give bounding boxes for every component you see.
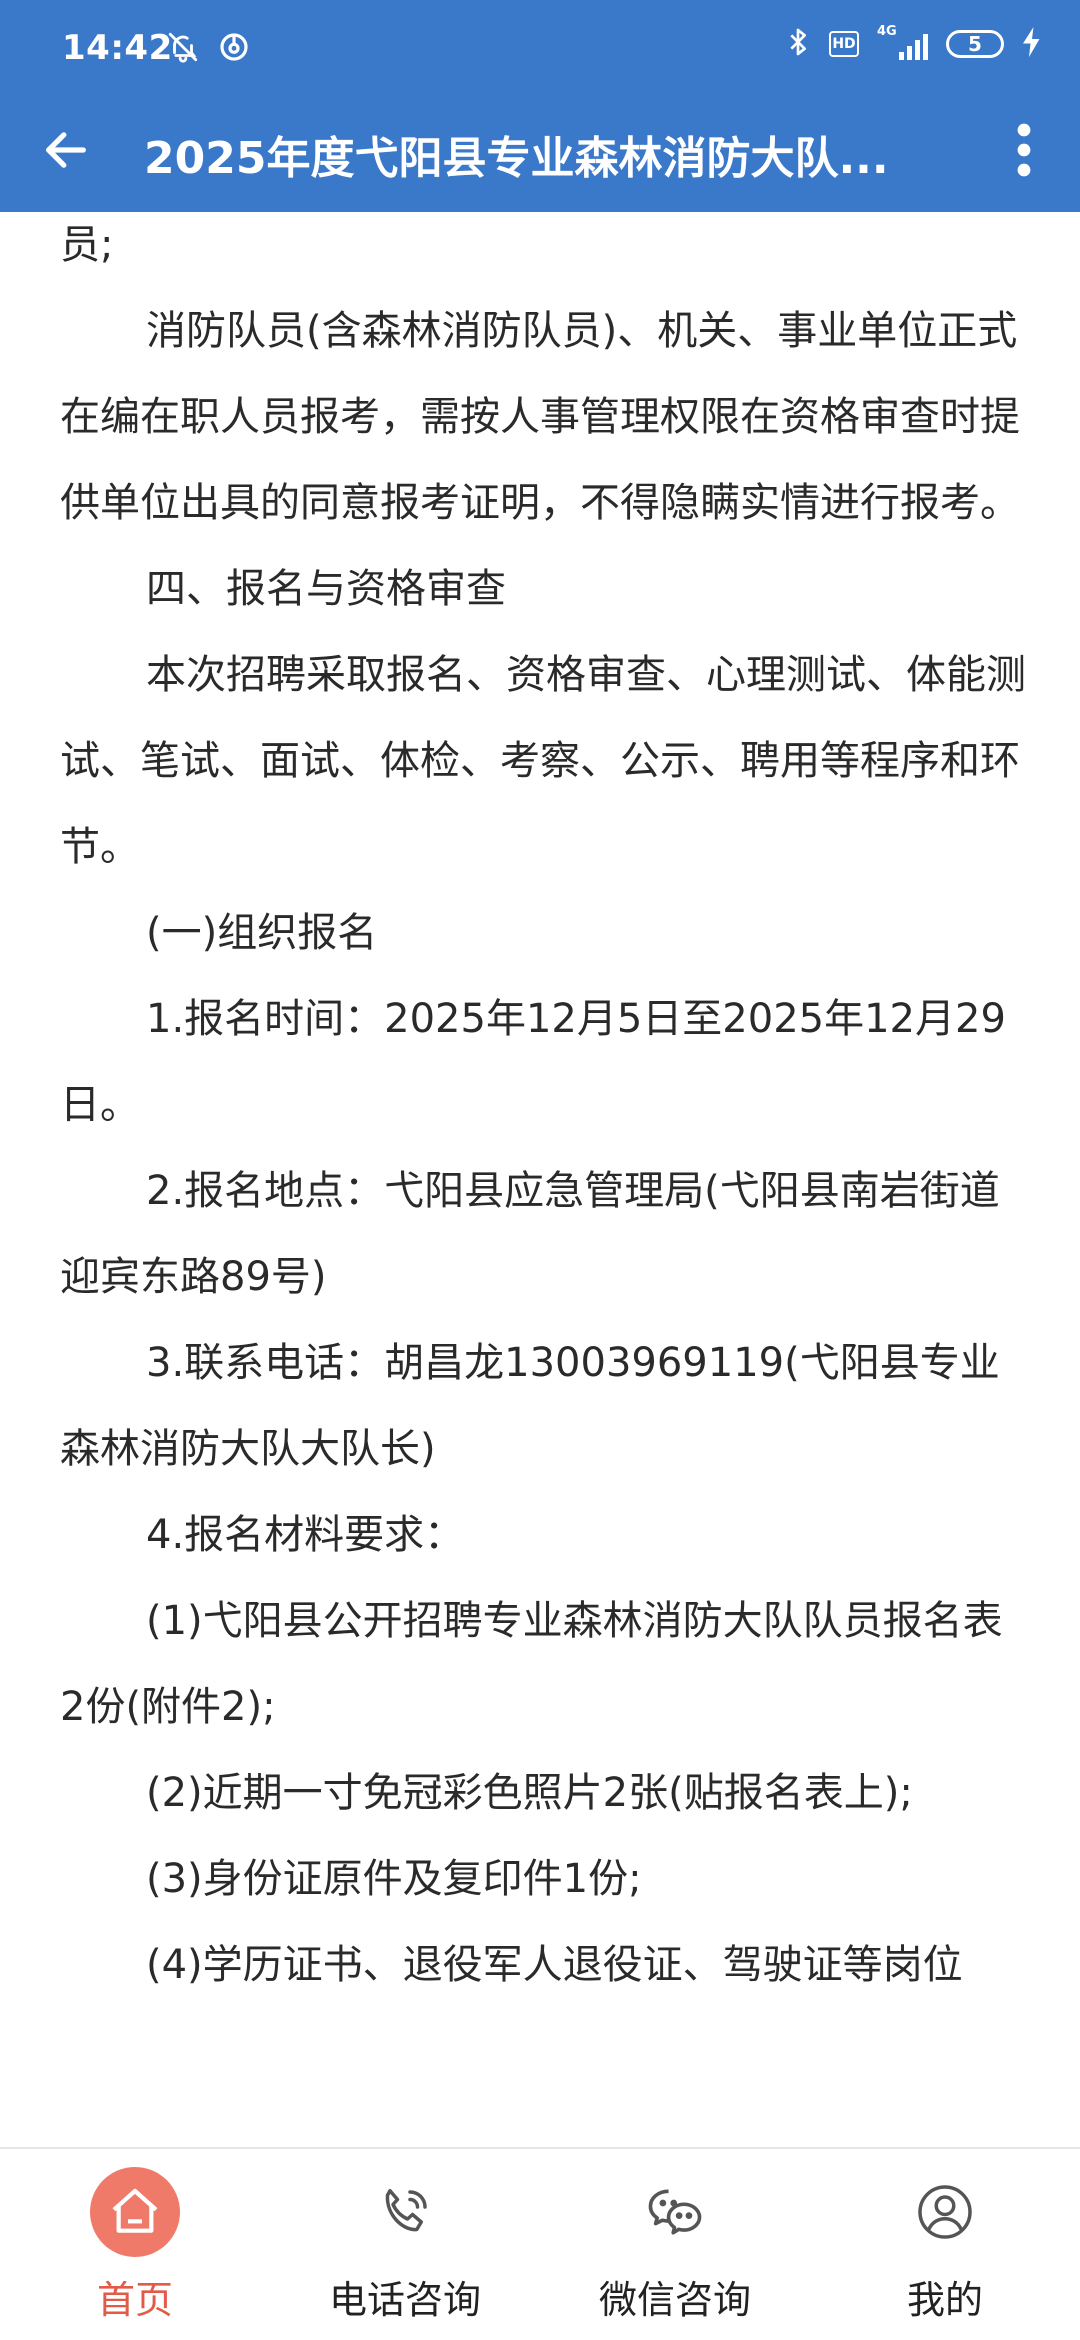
article-paragraph: 员; bbox=[60, 222, 114, 268]
section-heading: 四、报名与资格审查 bbox=[146, 566, 506, 612]
battery-level: 5 bbox=[946, 30, 1004, 58]
arrow-left-icon bbox=[46, 132, 86, 168]
charging-icon bbox=[1022, 27, 1042, 61]
header: 14:42 HD 4G 5 2025年度弋阳县专业森林消防大队... bbox=[0, 0, 1080, 212]
article-scroll-area[interactable]: 员; 消防队员(含森林消防队员)、机关、事业单位正式在编在职人员报考，需按人事管… bbox=[0, 212, 1080, 2147]
nav-item-phone[interactable]: 电话咨询 bbox=[270, 2149, 540, 2340]
bottom-navigation: 首页 电话咨询 微信咨询 我的 bbox=[0, 2147, 1080, 2340]
article-paragraph: 1.报名时间：2025年12月5日至2025年12月29日。 bbox=[60, 996, 1006, 1128]
home-icon bbox=[90, 2167, 180, 2257]
hd-icon: HD bbox=[829, 31, 859, 57]
back-button[interactable] bbox=[34, 118, 98, 182]
screen: 14:42 HD 4G 5 2025年度弋阳县专业森林消防大队... 员; 消防… bbox=[0, 0, 1080, 2340]
signal-icon: 4G bbox=[877, 24, 928, 60]
article-paragraph: (2)近期一寸免冠彩色照片2张(贴报名表上); bbox=[146, 1770, 913, 1816]
status-bar: 14:42 HD 4G 5 bbox=[0, 0, 1080, 100]
article-paragraph: 2.报名地点：弋阳县应急管理局(弋阳县南岩街道迎宾东路89号) bbox=[60, 1168, 1000, 1300]
more-vertical-icon bbox=[1017, 123, 1031, 177]
status-time: 14:42 bbox=[62, 28, 173, 68]
network-type: 4G bbox=[877, 24, 897, 39]
nav-item-home[interactable]: 首页 bbox=[0, 2149, 270, 2340]
article-paragraph: 3.联系电话：胡昌龙13003969119(弋阳县专业森林消防大队大队长) bbox=[60, 1340, 1000, 1472]
app-notification-icon bbox=[218, 31, 250, 67]
article-paragraph: (4)学历证书、退役军人退役证、驾驶证等岗位 bbox=[146, 1942, 963, 1988]
subsection-heading: (一)组织报名 bbox=[146, 910, 378, 956]
article-paragraph: 4.报名材料要求： bbox=[146, 1512, 465, 1558]
nav-item-wechat[interactable]: 微信咨询 bbox=[540, 2149, 810, 2340]
article-paragraph: (3)身份证原件及复印件1份; bbox=[146, 1856, 642, 1902]
nav-label-mine: 我的 bbox=[906, 2278, 983, 2322]
more-options-button[interactable] bbox=[992, 118, 1056, 182]
article-paragraph: 消防队员(含森林消防队员)、机关、事业单位正式在编在职人员报考，需按人事管理权限… bbox=[60, 308, 1020, 526]
bluetooth-icon bbox=[785, 26, 811, 62]
mute-bell-icon bbox=[166, 30, 200, 68]
status-left-icons bbox=[166, 30, 250, 68]
nav-label-wechat: 微信咨询 bbox=[598, 2278, 751, 2322]
app-bar: 2025年度弋阳县专业森林消防大队... bbox=[0, 100, 1080, 212]
article-body: 员; 消防队员(含森林消防队员)、机关、事业单位正式在编在职人员报考，需按人事管… bbox=[60, 212, 1026, 2008]
battery-indicator: 5 bbox=[946, 30, 1004, 58]
user-icon bbox=[900, 2167, 990, 2257]
nav-label-home: 首页 bbox=[96, 2278, 173, 2322]
page-title: 2025年度弋阳县专业森林消防大队... bbox=[144, 133, 889, 184]
hd-label: HD bbox=[832, 36, 856, 52]
status-right-icons: HD 4G 5 bbox=[785, 24, 1042, 62]
nav-item-mine[interactable]: 我的 bbox=[810, 2149, 1080, 2340]
phone-icon bbox=[360, 2167, 450, 2257]
wechat-icon bbox=[630, 2167, 720, 2257]
article-paragraph: 本次招聘采取报名、资格审查、心理测试、体能测试、笔试、面试、体检、考察、公示、聘… bbox=[60, 652, 1026, 870]
nav-label-phone: 电话咨询 bbox=[328, 2278, 481, 2322]
article-paragraph: (1)弋阳县公开招聘专业森林消防大队队员报名表2份(附件2); bbox=[60, 1598, 1003, 1730]
